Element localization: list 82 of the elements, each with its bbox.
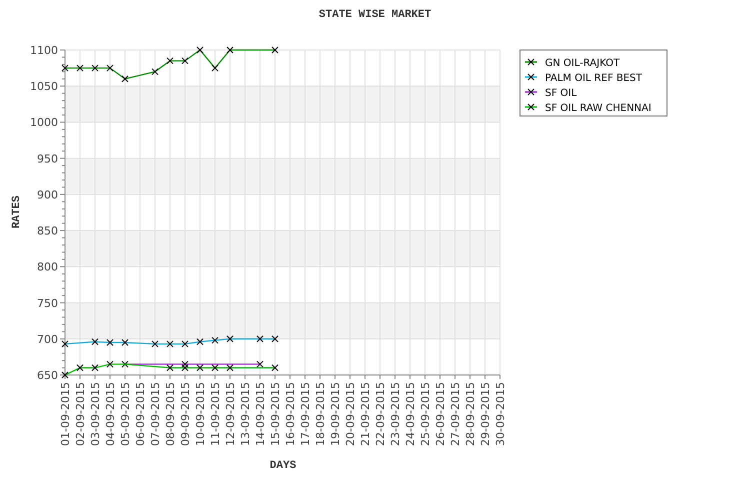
y-tick-label: 1100	[30, 44, 58, 57]
x-tick-label: 28-09-2015	[464, 382, 477, 446]
point-marker	[212, 364, 218, 372]
x-tick-label: 25-09-2015	[419, 382, 432, 446]
x-tick-label: 02-09-2015	[74, 382, 87, 446]
point-marker	[272, 46, 278, 54]
point-marker	[76, 364, 84, 372]
x-tick-label: 01-09-2015	[59, 382, 72, 446]
x-tick-label: 10-09-2015	[194, 382, 207, 446]
legend-label: SF OIL	[545, 88, 577, 99]
point-marker	[62, 64, 68, 72]
point-marker	[196, 46, 204, 54]
y-tick-label: 1050	[30, 80, 58, 94]
legend-label: GN OIL-RAJKOT	[545, 58, 620, 69]
point-marker	[106, 339, 114, 346]
y-tick-label: 650	[37, 369, 58, 382]
point-marker	[76, 64, 84, 72]
x-tick-label: 08-09-2015	[164, 382, 177, 446]
x-tick-label: 13-09-2015	[239, 382, 252, 446]
x-tick-label: 18-09-2015	[314, 382, 327, 446]
x-tick-label: 29-09-2015	[479, 382, 492, 446]
x-tick-label: 30-09-2015	[494, 382, 507, 446]
point-marker	[256, 335, 264, 342]
x-tick-label: 16-09-2015	[284, 382, 297, 446]
legend-label: SF OIL RAW CHENNAI	[545, 103, 652, 114]
x-tick-label: 11-09-2015	[209, 382, 222, 446]
x-tick-label: 09-09-2015	[179, 382, 192, 446]
y-tick-label: 1000	[30, 116, 58, 130]
point-marker	[272, 364, 278, 372]
point-marker	[92, 338, 98, 346]
point-marker	[226, 364, 234, 372]
x-tick-label: 19-09-2015	[329, 382, 342, 446]
x-tick-label: 07-09-2015	[149, 382, 162, 446]
x-tick-label: 04-09-2015	[104, 382, 117, 446]
point-marker	[152, 340, 158, 348]
x-tick-label: 14-09-2015	[254, 382, 267, 446]
point-marker	[62, 372, 68, 378]
point-marker	[122, 360, 128, 368]
y-tick-label: 700	[37, 332, 58, 346]
x-tick-label: 22-09-2015	[374, 382, 387, 446]
point-marker	[106, 360, 114, 368]
point-marker	[166, 57, 174, 64]
point-marker	[212, 64, 218, 72]
x-tick-label: 12-09-2015	[224, 382, 237, 446]
y-tick-label: 750	[37, 296, 58, 310]
y-tick-label: 950	[37, 152, 58, 166]
point-marker	[62, 340, 68, 348]
point-marker	[256, 360, 264, 368]
x-tick-label: 17-09-2015	[299, 382, 312, 446]
legend-label: PALM OIL REF BEST	[545, 73, 642, 84]
point-marker	[226, 335, 234, 342]
point-marker	[122, 339, 128, 346]
point-marker	[152, 68, 158, 76]
x-axis-title: DAYS	[270, 460, 296, 472]
x-tick-label: 26-09-2015	[434, 382, 447, 446]
x-tick-label: 20-09-2015	[344, 382, 357, 446]
x-tick-label: 24-09-2015	[404, 382, 417, 446]
y-axis-title: RATES	[11, 196, 23, 228]
x-tick-label: 03-09-2015	[89, 382, 102, 446]
point-marker	[166, 364, 174, 372]
y-tick-label: 850	[37, 224, 58, 238]
x-tick-label: 23-09-2015	[389, 382, 402, 446]
point-marker	[92, 364, 98, 372]
point-marker	[122, 75, 128, 82]
x-tick-label: 21-09-2015	[359, 382, 372, 446]
x-tick-label: 15-09-2015	[269, 382, 282, 446]
point-marker	[196, 364, 204, 372]
x-tick-label: 06-09-2015	[134, 382, 147, 446]
point-marker	[272, 335, 278, 342]
point-marker	[226, 46, 234, 54]
point-marker	[212, 336, 218, 344]
point-marker	[166, 340, 174, 348]
point-marker	[196, 338, 204, 346]
x-tick-label: 05-09-2015	[119, 382, 132, 446]
chart-title: STATE WISE MARKET	[318, 9, 432, 21]
point-marker	[92, 64, 98, 72]
y-tick-label: 900	[37, 188, 58, 202]
point-marker	[182, 57, 188, 64]
point-marker	[182, 340, 188, 348]
y-tick-label: 800	[37, 260, 58, 274]
point-marker	[106, 64, 114, 72]
x-tick-label: 27-09-2015	[449, 382, 462, 446]
